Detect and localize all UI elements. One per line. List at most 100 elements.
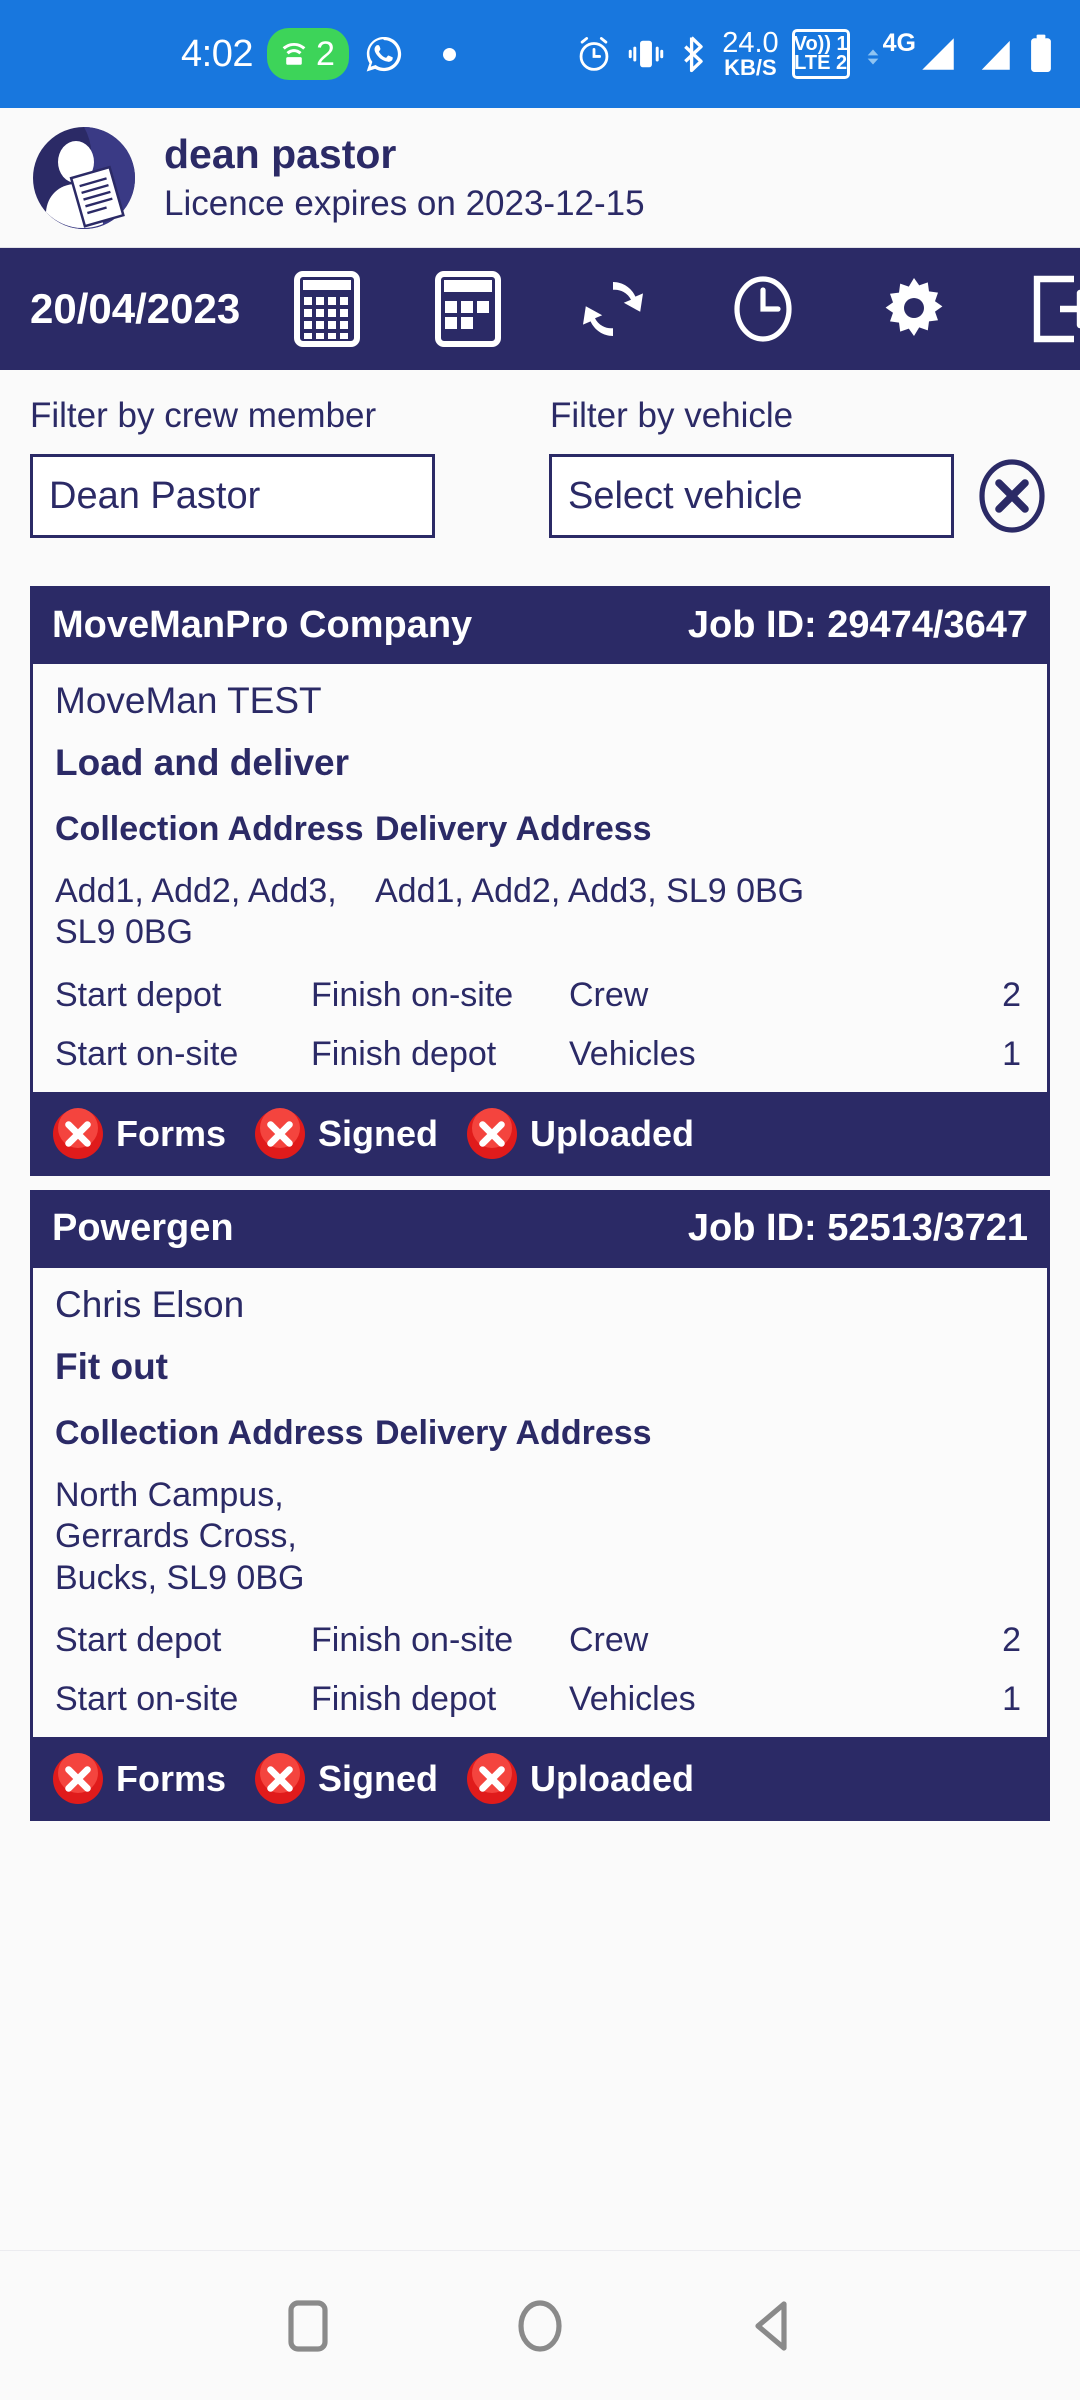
alarm-clock-icon <box>579 37 609 71</box>
forms-status-chip[interactable]: Forms <box>52 1753 226 1805</box>
vehicle-filter-select[interactable]: Select vehicle <box>549 454 954 538</box>
address-values: North Campus, Gerrards Cross, Bucks, SL9… <box>55 1475 1025 1599</box>
signed-status-chip[interactable]: Signed <box>254 1107 439 1160</box>
gear-icon[interactable] <box>876 271 952 347</box>
logout-icon[interactable] <box>1026 272 1080 346</box>
network-speed-indicator: 24.0 KB/S <box>722 27 779 81</box>
vehicle-filter-label: Filter by vehicle <box>550 396 794 435</box>
finish-depot-label[interactable]: Finish depot <box>311 1680 569 1719</box>
back-triangle-icon[interactable] <box>742 2296 802 2356</box>
data-arrows-icon <box>867 49 878 65</box>
wifi-hotspot-icon: 2 <box>266 28 349 80</box>
crew-count-cell: Crew 2 <box>569 1621 1025 1660</box>
uploaded-label: Uploaded <box>530 1758 695 1800</box>
delivery-address-value: Add1, Add2, Add3, SL9 0BG <box>375 872 805 910</box>
finish-onsite-label[interactable]: Finish on-site <box>311 976 569 1015</box>
uploaded-status-chip[interactable]: Uploaded <box>466 1753 694 1805</box>
delivery-address-label: Delivery Address <box>375 1413 652 1452</box>
collection-address-label: Collection Address <box>55 1413 364 1452</box>
volte-icon: Vo)) 1 LTE 2 <box>791 29 850 79</box>
status-bar-right: 24.0 KB/S Vo)) 1 LTE 2 4G <box>573 29 1054 79</box>
volte-line-2: LTE 2 <box>794 52 848 74</box>
user-document-avatar <box>30 124 138 232</box>
toolbar-buttons <box>240 271 1080 347</box>
collection-address-label: Collection Address <box>55 810 364 848</box>
uploaded-label: Uploaded <box>530 1112 695 1154</box>
crew-label: Crew <box>569 975 649 1014</box>
crew-filter-label: Filter by crew member <box>30 396 377 435</box>
start-onsite-label[interactable]: Start on-site <box>55 1035 311 1074</box>
status-bar-notifications <box>421 47 573 61</box>
job-company: MoveManPro Company <box>52 603 473 646</box>
start-depot-label[interactable]: Start depot <box>55 1621 311 1660</box>
sync-refresh-icon[interactable] <box>575 271 651 347</box>
user-header: dean pastor Licence expires on 2023-12-1… <box>0 108 1080 248</box>
vibrate-icon <box>628 40 664 68</box>
signed-label: Signed <box>318 1112 439 1154</box>
address-headers: Collection Address Delivery Address <box>55 1414 1025 1453</box>
month-calendar-icon[interactable] <box>294 271 361 347</box>
clock-icon[interactable] <box>725 271 801 347</box>
status-bar-left: 4:02 2 <box>181 28 405 80</box>
job-card-header: Powergen Job ID: 52513/3721 <box>30 1189 1050 1268</box>
error-x-icon <box>255 1753 306 1805</box>
crew-filter-select[interactable]: Dean Pastor <box>30 454 435 538</box>
job-card-body: MoveMan TEST Load and deliver Collection… <box>30 664 1050 1092</box>
job-list[interactable]: MoveManPro Company Job ID: 29474/3647 Mo… <box>0 538 1080 2250</box>
network-speed-value: 24.0 <box>722 27 779 60</box>
job-type: Load and deliver <box>55 742 350 783</box>
user-name: dean pastor <box>164 131 397 177</box>
error-x-icon <box>467 1753 518 1805</box>
bluetooth-icon <box>684 36 703 73</box>
vehicle-count: 1 <box>1002 1034 1021 1073</box>
error-x-icon <box>53 1107 103 1159</box>
clear-filters-icon[interactable] <box>974 458 1050 534</box>
job-times-row-2: Start on-site Finish depot Vehicles 1 <box>55 1035 1025 1074</box>
forms-label: Forms <box>116 1112 227 1154</box>
vehicle-count-cell: Vehicles 1 <box>569 1035 1025 1074</box>
job-card[interactable]: MoveManPro Company Job ID: 29474/3647 Mo… <box>30 586 1050 1176</box>
whatsapp-icon <box>366 36 402 72</box>
job-company: Powergen <box>52 1207 234 1250</box>
hotspot-client-count: 2 <box>315 34 335 73</box>
job-card-body: Chris Elson Fit out Collection Address D… <box>30 1267 1050 1738</box>
filter-labels: Filter by crew member Filter by vehicle <box>30 396 1050 436</box>
uploaded-status-chip[interactable]: Uploaded <box>466 1107 695 1160</box>
battery-icon <box>1031 34 1051 72</box>
job-times-row-2: Start on-site Finish depot Vehicles 1 <box>55 1680 1025 1719</box>
job-card[interactable]: Powergen Job ID: 52513/3721 Chris Elson … <box>30 1189 1050 1822</box>
network-speed-unit: KB/S <box>724 55 777 81</box>
licence-expiry: Licence expires on 2023-12-15 <box>164 184 645 223</box>
week-calendar-icon[interactable] <box>434 271 501 347</box>
job-card-footer: Forms Signed Uploaded <box>30 1091 1050 1176</box>
delivery-address-label: Delivery Address <box>375 810 652 848</box>
filter-section: Filter by crew member Filter by vehicle … <box>0 370 1080 538</box>
collection-address-value: Add1, Add2, Add3, SL9 0BG <box>55 872 337 952</box>
finish-depot-label[interactable]: Finish depot <box>311 1035 569 1074</box>
android-status-bar: 4:02 2 24.0 KB/S Vo)) 1 LTE 2 4G <box>0 0 1080 108</box>
error-x-icon <box>255 1107 306 1159</box>
android-nav-bar <box>0 2250 1080 2400</box>
selected-date[interactable]: 20/04/2023 <box>30 285 240 333</box>
start-onsite-label[interactable]: Start on-site <box>55 1680 311 1719</box>
delivery-address-value <box>375 1475 1025 1599</box>
finish-onsite-label[interactable]: Finish on-site <box>311 1621 569 1660</box>
home-circle-icon[interactable] <box>510 2296 570 2356</box>
crew-label: Crew <box>569 1621 649 1660</box>
address-values: Add1, Add2, Add3, SL9 0BG Add1, Add2, Ad… <box>55 871 1025 954</box>
error-x-icon <box>467 1107 518 1159</box>
job-id: Job ID: 52513/3721 <box>687 1207 1028 1250</box>
user-info: dean pastor Licence expires on 2023-12-1… <box>164 131 645 224</box>
job-customer: Chris Elson <box>55 1283 245 1325</box>
signed-status-chip[interactable]: Signed <box>254 1753 438 1805</box>
forms-status-chip[interactable]: Forms <box>52 1107 227 1160</box>
job-times-row-1: Start depot Finish on-site Crew 2 <box>55 976 1025 1015</box>
start-depot-label[interactable]: Start depot <box>55 976 311 1015</box>
vehicles-label: Vehicles <box>569 1680 696 1719</box>
notification-dot-icon <box>442 47 456 61</box>
vehicle-count: 1 <box>1002 1680 1021 1719</box>
signed-label: Signed <box>318 1758 439 1800</box>
recents-square-icon[interactable] <box>278 2296 338 2356</box>
phone-screen: 4:02 2 24.0 KB/S Vo)) 1 LTE 2 4G dean pa… <box>0 0 1080 2400</box>
job-customer: MoveMan TEST <box>55 680 322 721</box>
